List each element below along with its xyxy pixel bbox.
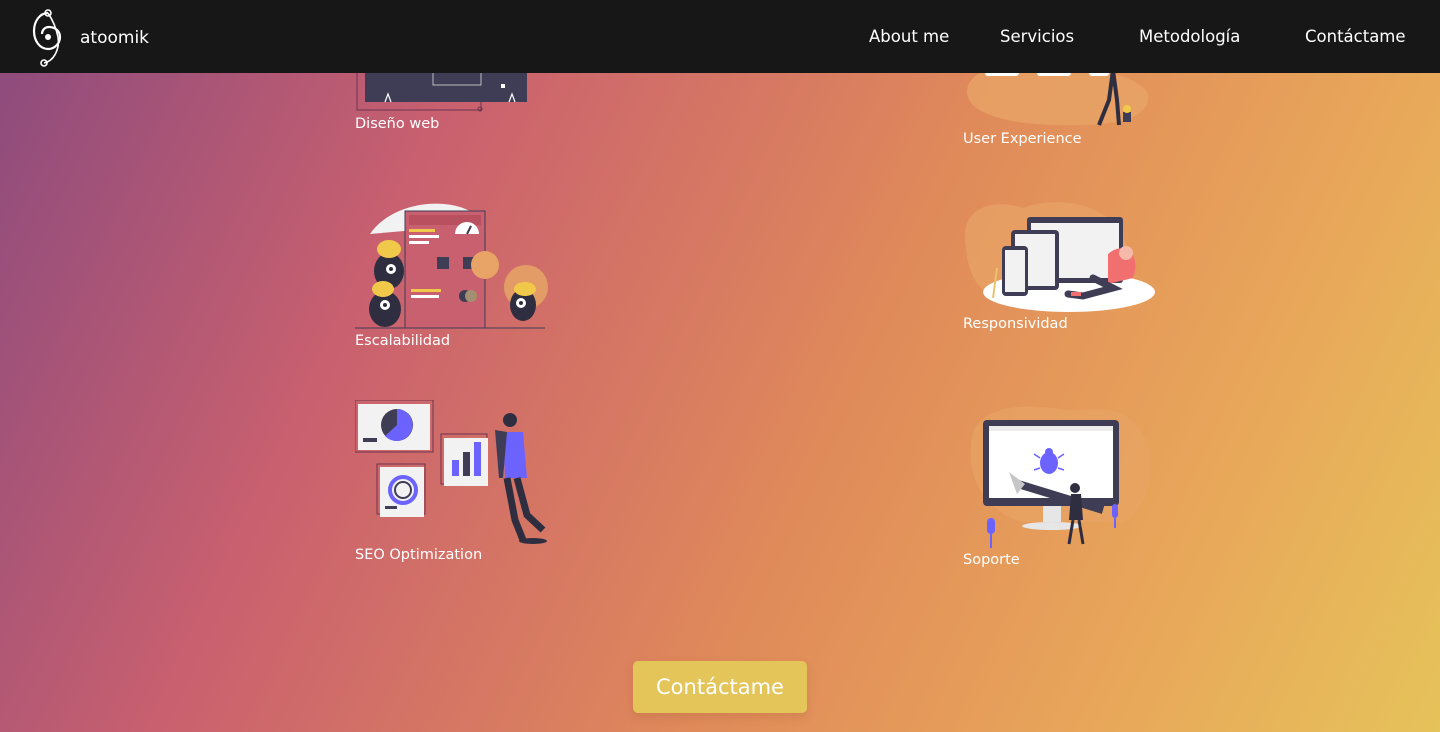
- seo-analytics-illustration-icon: [355, 400, 547, 544]
- responsive-devices-illustration-icon: [964, 202, 1155, 312]
- nav-contactame[interactable]: Contáctame: [1305, 27, 1406, 46]
- service-label: User Experience: [963, 131, 1082, 147]
- support-bug-fix-illustration-icon: [970, 406, 1151, 548]
- service-card-responsividad: Responsividad: [963, 198, 1163, 338]
- service-label: Diseño web: [355, 116, 440, 132]
- service-card-escalabilidad: Escalabilidad: [355, 199, 555, 354]
- nav-servicios[interactable]: Servicios: [1000, 27, 1074, 46]
- service-label: SEO Optimization: [355, 547, 483, 563]
- service-card-soporte: Soporte: [963, 402, 1163, 574]
- service-label: Escalabilidad: [355, 333, 451, 349]
- contact-cta-button[interactable]: Contáctame: [633, 661, 807, 713]
- nav-metodologia[interactable]: Metodología: [1139, 27, 1240, 46]
- service-label: Responsividad: [963, 316, 1068, 332]
- service-card-seo: SEO Optimization: [355, 400, 555, 570]
- main-nav: About me Servicios Metodología Contáctam…: [0, 0, 1440, 73]
- scalability-illustration-icon: [355, 203, 548, 329]
- top-navbar: atoomik About me Servicios Metodología C…: [0, 0, 1440, 73]
- nav-about-me[interactable]: About me: [869, 27, 949, 46]
- service-label: Soporte: [963, 552, 1020, 568]
